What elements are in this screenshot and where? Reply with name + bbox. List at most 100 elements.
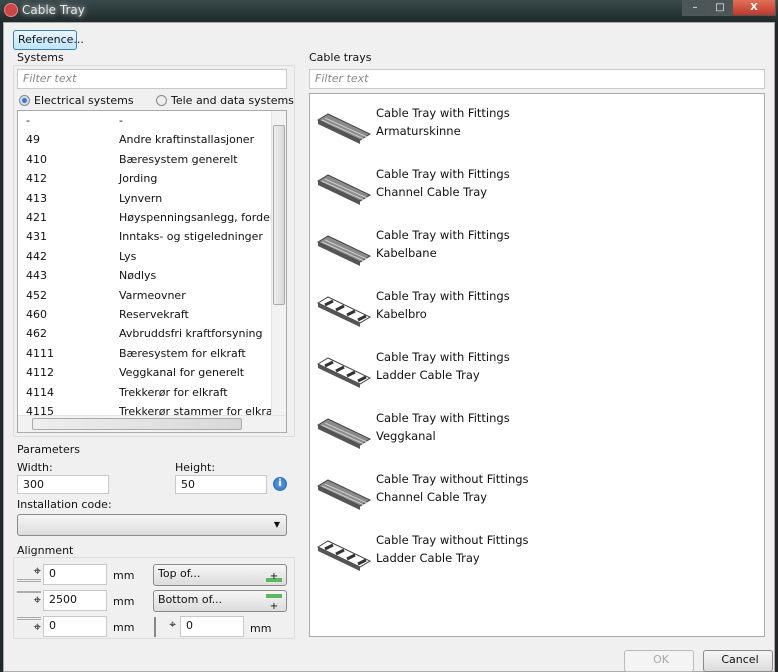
system-code: 410 xyxy=(26,152,47,166)
system-name: Avbruddsfri kraftforsyning xyxy=(119,327,263,341)
system-code: 442 xyxy=(26,249,47,263)
tray-type: Cable Tray with Fittings xyxy=(376,228,510,242)
parameters-label: Parameters xyxy=(17,443,80,456)
width-input[interactable]: 300 xyxy=(17,475,109,494)
horizontal-scrollbar[interactable] xyxy=(18,415,286,432)
system-code: 4114 xyxy=(26,385,54,399)
tray-name: Kabelbane xyxy=(376,246,437,260)
top-of-button[interactable]: Top of... + xyxy=(153,564,287,586)
side-offset-input[interactable]: 0 xyxy=(180,616,244,637)
scroll-thumb[interactable] xyxy=(32,418,242,430)
system-code: - xyxy=(26,114,30,127)
top-of-icon: + xyxy=(266,568,282,582)
system-name: Høyspenningsanlegg, fordeling xyxy=(119,211,287,224)
system-code: 462 xyxy=(26,327,47,341)
close-button[interactable]: X xyxy=(732,0,776,16)
minimize-button[interactable]: – xyxy=(682,0,708,16)
radio-label: Electrical systems xyxy=(34,94,134,107)
cable-trays-filter-input[interactable]: Filter text xyxy=(309,69,765,89)
top-offset-input[interactable]: 0 xyxy=(43,564,107,585)
cable-tray-item[interactable]: Cable Tray with Fittings Ladder Cable Tra… xyxy=(316,346,756,402)
system-name: Lys xyxy=(119,249,137,263)
system-name: Reservekraft xyxy=(119,308,189,321)
tray-type: Cable Tray with Fittings xyxy=(376,289,510,303)
tray-type: Cable Tray with Fittings xyxy=(376,350,510,364)
info-icon[interactable]: i xyxy=(273,477,287,491)
radio-tele-data-systems[interactable]: Tele and data systems xyxy=(156,94,294,107)
cable-tray-item[interactable]: Cable Tray without Fittings Channel Cable… xyxy=(316,468,756,524)
tray-name: Ladder Cable Tray xyxy=(376,551,480,565)
cable-tray-item[interactable]: Cable Tray with Fittings Kabelbro xyxy=(316,285,756,341)
cable-tray-dialog: Reference... Systems Filter text Electri… xyxy=(3,22,775,672)
system-name: Inntaks- og stigeledninger xyxy=(119,230,263,244)
button-label: Top of... xyxy=(158,567,201,580)
bottom-align-icon: ⌖ xyxy=(17,591,41,609)
radio-electrical-systems[interactable]: Electrical systems xyxy=(19,94,134,107)
system-name: Varmeovner xyxy=(119,288,186,302)
unit-label: mm xyxy=(250,622,272,635)
tray-name: Channel Cable Tray xyxy=(376,185,488,199)
tray-type: Cable Tray without Fittings xyxy=(376,533,529,547)
filter-placeholder: Filter text xyxy=(23,72,77,85)
system-code: 413 xyxy=(26,191,47,205)
unit-label: mm xyxy=(113,621,135,634)
system-name: Bæresystem generelt xyxy=(119,152,238,166)
side-align-icon: ⌖ xyxy=(154,617,176,637)
vertical-scrollbar[interactable] xyxy=(271,111,286,417)
width-label: Width: xyxy=(17,461,53,474)
radio-checked-icon xyxy=(19,95,30,106)
unit-label: mm xyxy=(113,569,135,582)
system-name: Jording xyxy=(119,172,158,186)
systems-list[interactable]: 4115 Trekkerør stammer for elkraft 4114 Tre… xyxy=(17,110,287,433)
system-code: 4112 xyxy=(26,366,54,380)
system-name: Bæresystem for elkraft xyxy=(119,346,246,360)
scroll-thumb[interactable] xyxy=(273,125,285,305)
tray-name: Kabelbro xyxy=(376,307,427,321)
tray-name: Armaturskinne xyxy=(376,124,461,138)
alignment-label: Alignment xyxy=(17,544,74,557)
cable-trays-list[interactable]: Cable Tray with Fittings Armaturskinne Cab… xyxy=(309,93,765,637)
bottom-of-icon: + xyxy=(266,594,282,612)
app-icon xyxy=(4,3,18,17)
tray-name: Ladder Cable Tray xyxy=(376,368,480,382)
system-code: 460 xyxy=(26,308,47,321)
tray-name: Veggkanal xyxy=(376,429,436,443)
chevron-down-icon: ▼ xyxy=(273,520,280,529)
radio-label: Tele and data systems xyxy=(171,94,294,107)
tray-type: Cable Tray with Fittings xyxy=(376,411,510,425)
system-name: Veggkanal for generelt xyxy=(119,366,245,380)
cable-tray-item[interactable]: Cable Tray with Fittings Armaturskinne xyxy=(316,102,756,158)
reference-button[interactable]: Reference... xyxy=(13,30,84,50)
radio-unchecked-icon xyxy=(156,95,167,106)
system-code: 412 xyxy=(26,172,47,186)
systems-label: Systems xyxy=(17,51,64,64)
ok-button[interactable]: OK xyxy=(624,650,694,672)
title-bar: Cable Tray – □ X xyxy=(0,0,778,22)
system-name: Nødlys xyxy=(119,269,157,283)
maximize-button[interactable]: □ xyxy=(708,0,732,16)
system-code: 443 xyxy=(26,269,47,283)
cable-tray-item[interactable]: Cable Tray without Fittings Ladder Cable … xyxy=(316,529,756,585)
cancel-button[interactable]: Cancel xyxy=(703,650,773,672)
cable-tray-item[interactable]: Cable Tray with Fittings Veggkanal xyxy=(316,407,756,463)
system-code: 4111 xyxy=(26,346,54,360)
tray-name: Channel Cable Tray xyxy=(376,490,488,504)
cable-tray-item[interactable]: Cable Tray with Fittings Kabelbane xyxy=(316,224,756,280)
height-label: Height: xyxy=(175,461,216,474)
tray-type: Cable Tray without Fittings xyxy=(376,472,529,486)
system-name: Andre kraftinstallasjoner xyxy=(119,133,255,147)
top-align-icon: ⌖ xyxy=(17,564,41,582)
bottom-of-button[interactable]: Bottom of... + xyxy=(153,590,287,612)
third-offset-input[interactable]: 0 xyxy=(43,616,107,637)
cable-tray-item[interactable]: Cable Tray with Fittings Channel Cable Tr… xyxy=(316,163,756,219)
systems-filter-input[interactable]: Filter text xyxy=(17,69,287,89)
installation-code-dropdown[interactable]: ▼ xyxy=(17,514,287,536)
bottom-offset-input[interactable]: 2500 xyxy=(43,590,107,611)
button-label: Bottom of... xyxy=(158,593,223,606)
height-input[interactable]: 50 xyxy=(175,475,267,494)
tray-type: Cable Tray with Fittings xyxy=(376,167,510,181)
cable-trays-label: Cable trays xyxy=(309,51,372,64)
filter-placeholder: Filter text xyxy=(315,72,369,85)
system-code: 452 xyxy=(26,288,47,302)
system-name: - xyxy=(119,114,123,127)
